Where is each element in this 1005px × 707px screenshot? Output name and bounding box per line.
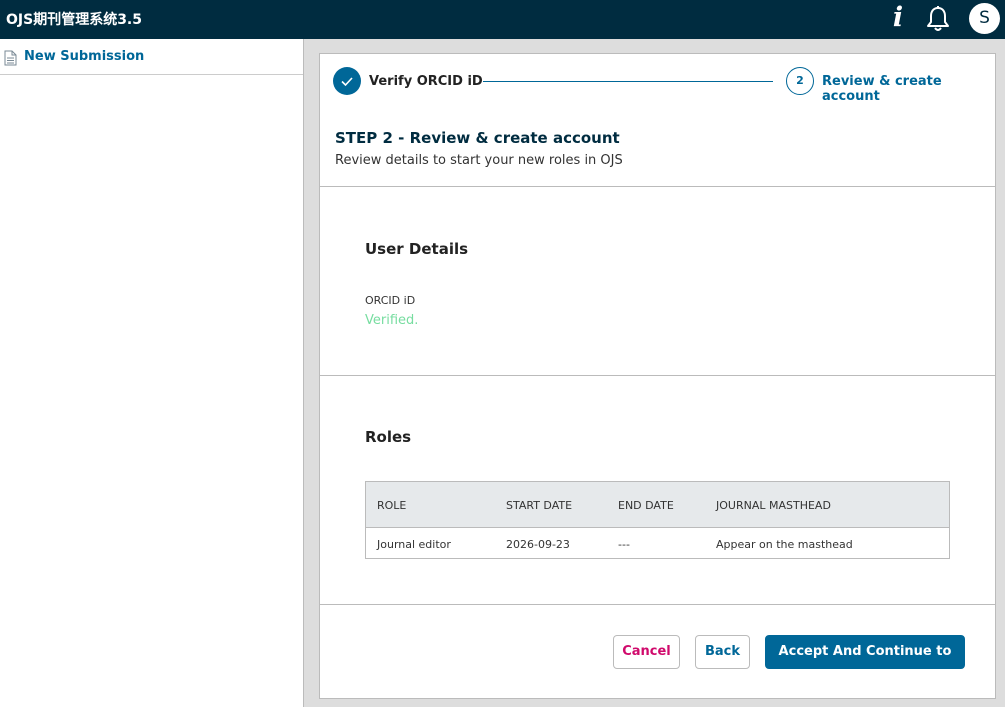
back-button[interactable]: Back — [695, 635, 750, 669]
end-date-cell: --- — [618, 538, 630, 551]
help-icon[interactable]: i — [886, 3, 910, 33]
step-heading: STEP 2 - Review & create account — [335, 129, 620, 147]
roles-title: Roles — [365, 428, 412, 446]
step-1-complete-check-icon — [333, 67, 361, 95]
orcid-label: ORCID iD — [365, 294, 416, 307]
document-icon — [4, 50, 17, 66]
step-description: Review details to start your new roles i… — [335, 153, 623, 168]
section-divider — [320, 604, 995, 605]
user-details-title: User Details — [365, 240, 469, 258]
checkmark-icon — [341, 77, 353, 87]
start-date-cell: 2026-09-23 — [506, 538, 570, 551]
column-header-journal-masthead: JOURNAL MASTHEAD — [716, 499, 831, 512]
column-header-role: ROLE — [377, 499, 407, 512]
orcid-verified-status: Verified. — [365, 313, 419, 328]
column-header-end-date: END DATE — [618, 499, 674, 512]
app-title[interactable]: OJS期刊管理系统3.5 — [6, 9, 142, 29]
role-cell: Journal editor — [377, 538, 451, 551]
section-divider — [320, 375, 995, 376]
column-header-start-date: START DATE — [506, 499, 573, 512]
user-avatar[interactable]: S — [969, 3, 1000, 34]
masthead-cell: Appear on the masthead — [716, 538, 853, 551]
step-1-label: Verify ORCID iD — [369, 74, 483, 89]
top-navigation-bar: OJS期刊管理系统3.5 i S — [0, 0, 1005, 39]
sidebar-item-label: New Submission — [24, 49, 145, 64]
roles-table: ROLE START DATE END DATE JOURNAL MASTHEA… — [365, 481, 950, 559]
cancel-button[interactable]: Cancel — [613, 635, 680, 669]
section-divider — [320, 186, 995, 187]
account-review-card: Verify ORCID iD 2 Review & create accoun… — [319, 53, 996, 699]
main-content: Verify ORCID iD 2 Review & create accoun… — [304, 39, 1005, 707]
sidebar-item-new-submission[interactable]: New Submission — [0, 39, 303, 75]
step-2-label: Review & create account — [822, 74, 942, 104]
sidebar: New Submission — [0, 39, 304, 707]
step-2-number: 2 — [786, 67, 814, 95]
notifications-bell-icon[interactable] — [925, 5, 951, 33]
table-header: ROLE START DATE END DATE JOURNAL MASTHEA… — [366, 482, 949, 528]
accept-and-continue-button[interactable]: Accept And Continue to OJS — [765, 635, 965, 691]
stepper-connector — [483, 81, 773, 82]
